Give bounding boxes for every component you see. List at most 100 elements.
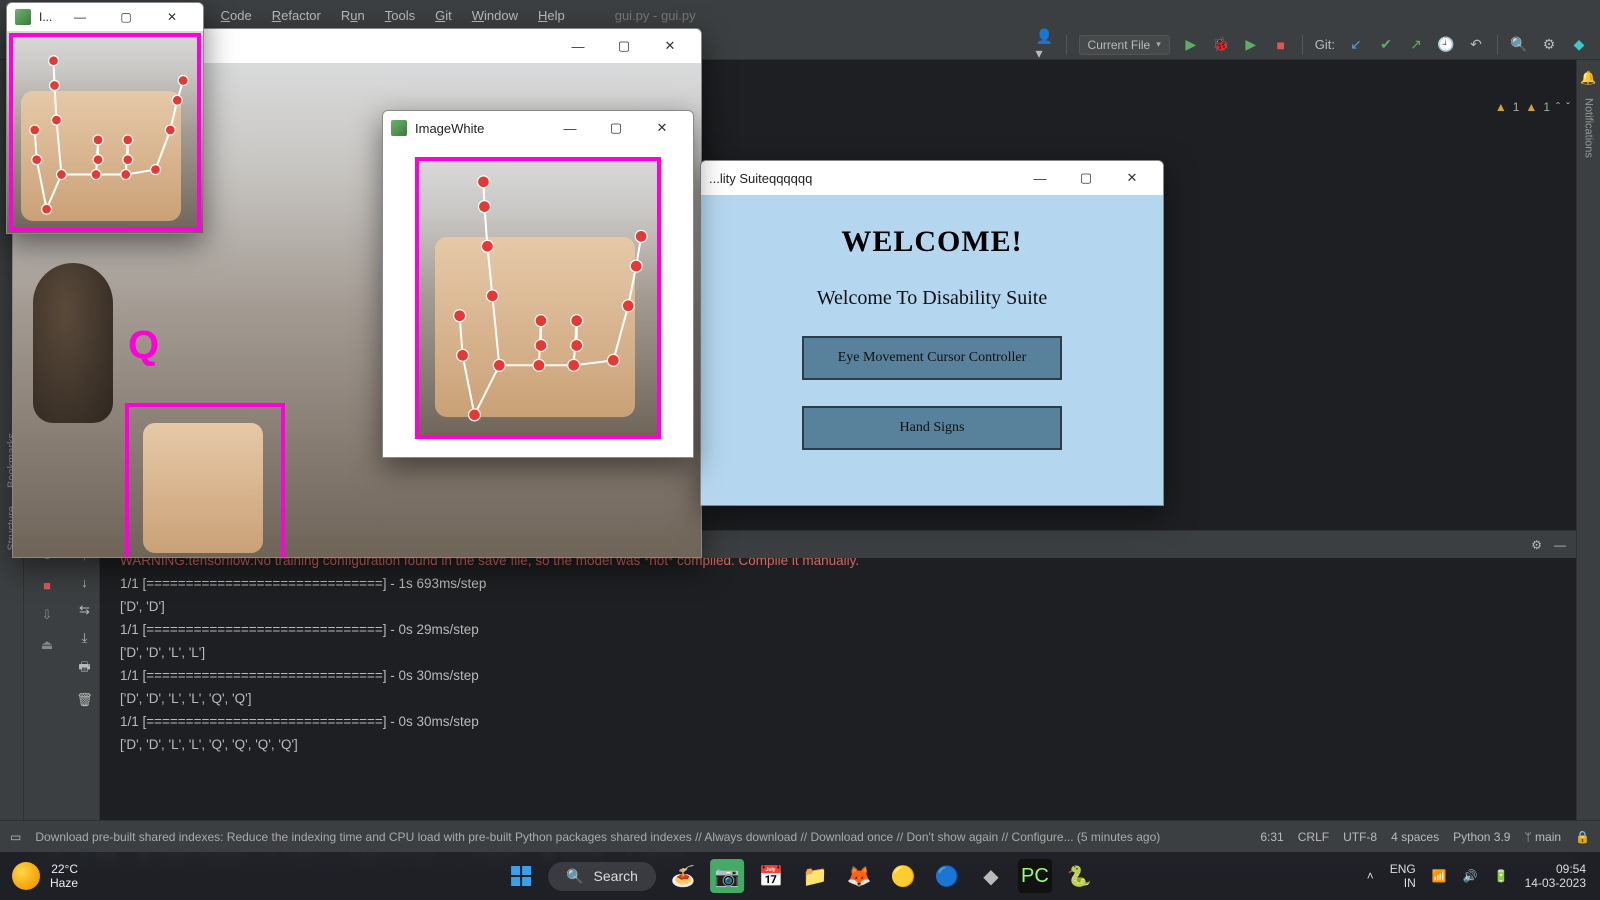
maximize-icon[interactable]: ▢ (103, 2, 149, 34)
status-lock-icon[interactable]: 🔒 (1575, 830, 1590, 844)
welcome-heading: WELCOME! (841, 225, 1022, 259)
status-caret[interactable]: 6:31 (1260, 830, 1283, 844)
tray-volume-icon[interactable]: 🔊 (1463, 869, 1478, 883)
run-hide-icon[interactable]: ― (1554, 538, 1566, 552)
run-panel: ↻ ■ ⇩ ⏏ ↑ ↓ ⇆ ⤓ 🖶 🗑 WARNING:tensorflow:N… (24, 542, 1576, 842)
imagewhite-titlebar[interactable]: ImageWhite ―▢✕ (383, 111, 693, 145)
taskbar-search[interactable]: 🔍 Search (548, 862, 656, 891)
branch-icon: ᛘ (1524, 830, 1531, 844)
git-push-icon[interactable]: ↗ (1407, 36, 1425, 54)
close-icon[interactable]: ✕ (149, 2, 195, 34)
maximize-icon[interactable]: ▢ (593, 111, 639, 145)
pause-icon[interactable]: ⇩ (42, 607, 53, 623)
app-meet-icon[interactable]: 📷 (710, 859, 744, 893)
tray-battery-icon[interactable]: 🔋 (1494, 869, 1509, 883)
coverage-icon[interactable]: ▶ (1242, 36, 1260, 54)
print-icon[interactable]: 🖶 (78, 658, 90, 680)
tray-wifi-icon[interactable]: 📶 (1432, 869, 1447, 883)
weather-temp: 22°C (51, 862, 78, 876)
suite-titlebar[interactable]: ...lity Suiteqqqqqq ―▢✕ (701, 161, 1163, 195)
imagewhite-title: ImageWhite (415, 121, 484, 136)
git-commit-icon[interactable]: ✔ (1377, 36, 1395, 54)
app-explorer-icon[interactable]: 📁 (798, 859, 832, 893)
scroll-end-icon[interactable]: ⤓ (82, 630, 88, 646)
add-user-icon[interactable]: 👤▾ (1036, 36, 1054, 54)
eye-cursor-button[interactable]: Eye Movement Cursor Controller (802, 336, 1062, 380)
code-with-me-icon[interactable]: ◆ (1570, 36, 1588, 54)
stop-icon[interactable]: ■ (1272, 36, 1290, 54)
tray-clock[interactable]: 09:5414-03-2023 (1525, 862, 1586, 891)
stop-run-icon[interactable]: ■ (43, 578, 51, 593)
search-icon: 🔍 (566, 868, 583, 885)
context-path: gui.py - gui.py (615, 8, 696, 23)
menu-git[interactable]: Git (425, 4, 462, 27)
maximize-icon[interactable]: ▢ (1063, 161, 1109, 195)
search-everywhere-icon[interactable]: 🔍 (1510, 36, 1528, 54)
person-silhouette (33, 263, 113, 423)
windows-taskbar: 22°CHaze 🔍Search 🍝 📷 📅 📁 🦊 🟡 🔵 ◆ PC 🐍 ˄ … (0, 852, 1600, 900)
status-indent[interactable]: 4 spaces (1391, 830, 1439, 844)
menu-help[interactable]: Help (528, 4, 575, 27)
tool-notifications[interactable]: Notifications (1583, 98, 1595, 158)
detection-label: Q (128, 323, 159, 368)
app-python-icon[interactable]: 🐍 (1062, 859, 1096, 893)
event-log-icon[interactable]: ▭ (10, 830, 21, 844)
imagewhite-feed (415, 157, 661, 439)
close-icon[interactable]: ✕ (1109, 161, 1155, 195)
close-icon[interactable]: ✕ (647, 29, 693, 63)
status-message[interactable]: Download pre-built shared indexes: Reduc… (35, 830, 1246, 844)
menu-run[interactable]: Run (331, 4, 375, 27)
ide-menubar: File Edit View Navigate Code Refactor Ru… (0, 0, 1600, 30)
inspection-widget[interactable]: ▲1 ▲1 ˆ ˇ (1495, 100, 1570, 114)
search-placeholder: Search (594, 868, 638, 884)
menu-refactor[interactable]: Refactor (262, 4, 331, 27)
ide-settings-icon[interactable]: ⚙ (1540, 36, 1558, 54)
status-eol[interactable]: CRLF (1298, 830, 1329, 844)
maximize-icon[interactable]: ▢ (601, 29, 647, 63)
weak-warning-icon: ▲ (1525, 100, 1537, 114)
app-edge-icon[interactable]: 🔵 (930, 859, 964, 893)
debug-icon[interactable]: 🐞 (1212, 36, 1230, 54)
minimize-icon[interactable]: ― (1017, 161, 1063, 195)
app-vscode-icon[interactable]: ◆ (974, 859, 1008, 893)
softwrap-icon[interactable]: ⇆ (79, 602, 90, 618)
app-food-icon[interactable]: 🍝 (666, 859, 700, 893)
run-settings-icon[interactable]: ⚙ (1531, 538, 1542, 552)
exit-icon[interactable]: ⏏ (41, 637, 53, 653)
minimize-icon[interactable]: ― (555, 29, 601, 63)
minimize-icon[interactable]: ― (547, 111, 593, 145)
app-calendar-icon[interactable]: 📅 (754, 859, 788, 893)
down-icon[interactable]: ↓ (81, 575, 88, 590)
clear-icon[interactable]: 🗑 (76, 692, 93, 708)
weather-widget[interactable]: 22°CHaze (0, 862, 78, 891)
git-rollback-icon[interactable]: ↶ (1467, 36, 1485, 54)
tray-expand-icon[interactable]: ˄ (1367, 869, 1374, 883)
run-icon[interactable]: ▶ (1182, 36, 1200, 54)
disability-suite-window: ...lity Suiteqqqqqq ―▢✕ WELCOME! Welcome… (700, 160, 1164, 506)
run-config-selector[interactable]: Current File (1079, 35, 1170, 55)
hand-signs-button[interactable]: Hand Signs (802, 406, 1062, 450)
notifications-bell-icon[interactable]: 🔔 (1580, 70, 1596, 86)
minimize-icon[interactable]: ― (57, 2, 103, 34)
app-pycharm-icon[interactable]: PC (1018, 859, 1052, 893)
status-interpreter[interactable]: Python 3.9 (1453, 830, 1510, 844)
start-button[interactable] (504, 859, 538, 893)
git-history-icon[interactable]: 🕘 (1437, 36, 1455, 54)
weather-icon (12, 862, 40, 890)
menu-tools[interactable]: Tools (375, 4, 425, 27)
suite-title: ...lity Suiteqqqqqq (709, 171, 812, 186)
tray-language[interactable]: ENGIN (1390, 862, 1416, 891)
menu-code[interactable]: Code (211, 4, 262, 27)
menu-window[interactable]: Window (462, 4, 528, 27)
status-branch[interactable]: ᛘ main (1524, 830, 1561, 844)
status-encoding[interactable]: UTF-8 (1343, 830, 1377, 844)
app-firefox-icon[interactable]: 🦊 (842, 859, 876, 893)
close-icon[interactable]: ✕ (639, 111, 685, 145)
git-update-icon[interactable]: ↙ (1347, 36, 1365, 54)
run-output[interactable]: WARNING:tensorflow:No training configura… (70, 542, 1576, 842)
app-chrome-icon[interactable]: 🟡 (886, 859, 920, 893)
inspection-up-icon[interactable]: ˆ (1556, 100, 1560, 114)
preview-feed (7, 31, 203, 233)
preview-titlebar[interactable]: I... ―▢✕ (7, 3, 203, 31)
inspection-down-icon[interactable]: ˇ (1566, 100, 1570, 114)
